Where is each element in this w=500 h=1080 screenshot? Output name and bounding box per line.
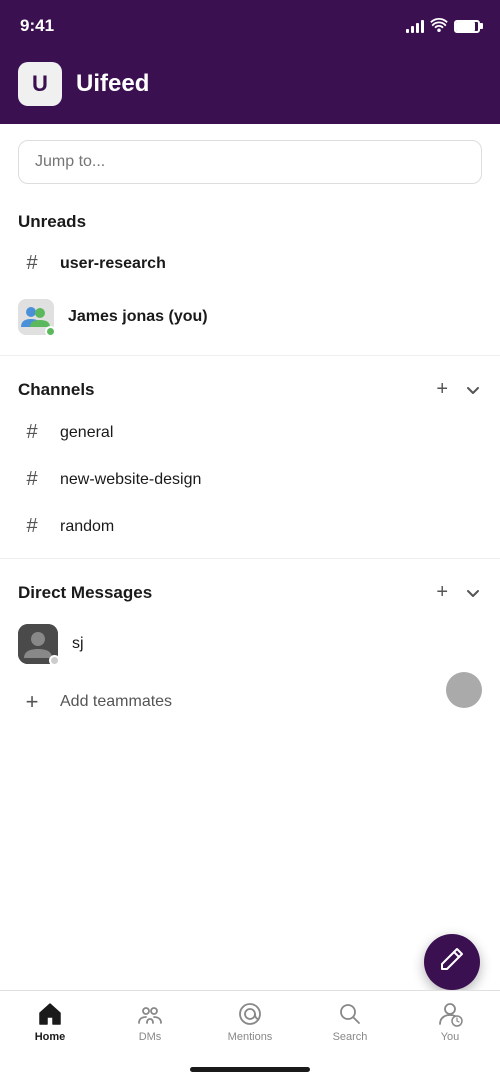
channel-new-website-label: new-website-design [60, 471, 201, 489]
dm-add-button[interactable]: + [436, 581, 448, 604]
hash-icon-random: # [18, 515, 46, 538]
you-icon [437, 1001, 463, 1027]
james-label: James jonas (you) [68, 308, 208, 326]
app-title: Uifeed [76, 70, 149, 98]
unread-channel-label: user-research [60, 255, 166, 273]
search-icon [337, 1001, 363, 1027]
channels-collapse-button[interactable] [464, 381, 482, 399]
nav-you[interactable]: You [400, 1001, 500, 1043]
battery-icon [454, 20, 480, 33]
channels-actions: + [436, 378, 482, 401]
sj-status-dot [49, 655, 60, 666]
divider-2 [0, 558, 500, 559]
add-teammates-item[interactable]: + Add teammates [0, 676, 500, 728]
compose-fab[interactable] [424, 934, 480, 990]
channel-general-label: general [60, 424, 113, 442]
dm-collapse-button[interactable] [464, 584, 482, 602]
dm-actions: + [436, 581, 482, 604]
dm-sj[interactable]: sj [0, 612, 500, 676]
channels-add-button[interactable]: + [436, 378, 448, 401]
app-header: U Uifeed [0, 50, 500, 124]
app-logo: U [18, 62, 62, 106]
home-icon [37, 1001, 63, 1027]
add-teammates-label: Add teammates [60, 693, 172, 711]
scroll-bubble [446, 672, 482, 708]
channel-random-label: random [60, 518, 114, 536]
channel-random[interactable]: # random [0, 503, 500, 550]
dm-label: Direct Messages [18, 583, 152, 603]
dm-section-header: Direct Messages + [0, 567, 500, 612]
unread-channel-user-research[interactable]: # user-research [0, 240, 500, 287]
status-icons [406, 18, 480, 35]
home-indicator [190, 1067, 310, 1072]
signal-icon [406, 19, 424, 33]
mentions-icon [237, 1001, 263, 1027]
divider-1 [0, 355, 500, 356]
jump-search-input[interactable] [18, 140, 482, 184]
channels-section-header: Channels + [0, 364, 500, 409]
unreads-label: Unreads [0, 200, 500, 240]
hash-icon: # [18, 252, 46, 275]
nav-you-label: You [441, 1031, 460, 1043]
sj-label: sj [72, 635, 84, 653]
jump-search-container [0, 124, 500, 200]
nav-mentions-label: Mentions [228, 1031, 273, 1043]
hash-icon-general: # [18, 421, 46, 444]
status-bar: 9:41 [0, 0, 500, 50]
status-time: 9:41 [20, 16, 54, 36]
status-dot-james [45, 326, 56, 337]
james-avatar-container [18, 299, 54, 335]
nav-dms-label: DMs [139, 1031, 162, 1043]
channel-new-website-design[interactable]: # new-website-design [0, 456, 500, 503]
nav-dms[interactable]: DMs [100, 1001, 200, 1043]
nav-home[interactable]: Home [0, 1001, 100, 1043]
nav-search-label: Search [333, 1031, 368, 1043]
hash-icon-new-website: # [18, 468, 46, 491]
unread-user-james[interactable]: James jonas (you) [0, 287, 500, 347]
wifi-icon [430, 18, 448, 35]
dms-icon [137, 1001, 163, 1027]
nav-mentions[interactable]: Mentions [200, 1001, 300, 1043]
nav-search[interactable]: Search [300, 1001, 400, 1043]
sj-avatar-wrapper [18, 624, 58, 664]
add-teammates-icon: + [18, 688, 46, 716]
channels-label: Channels [18, 380, 95, 400]
nav-home-label: Home [35, 1031, 66, 1043]
channel-general[interactable]: # general [0, 409, 500, 456]
compose-icon [439, 946, 465, 978]
